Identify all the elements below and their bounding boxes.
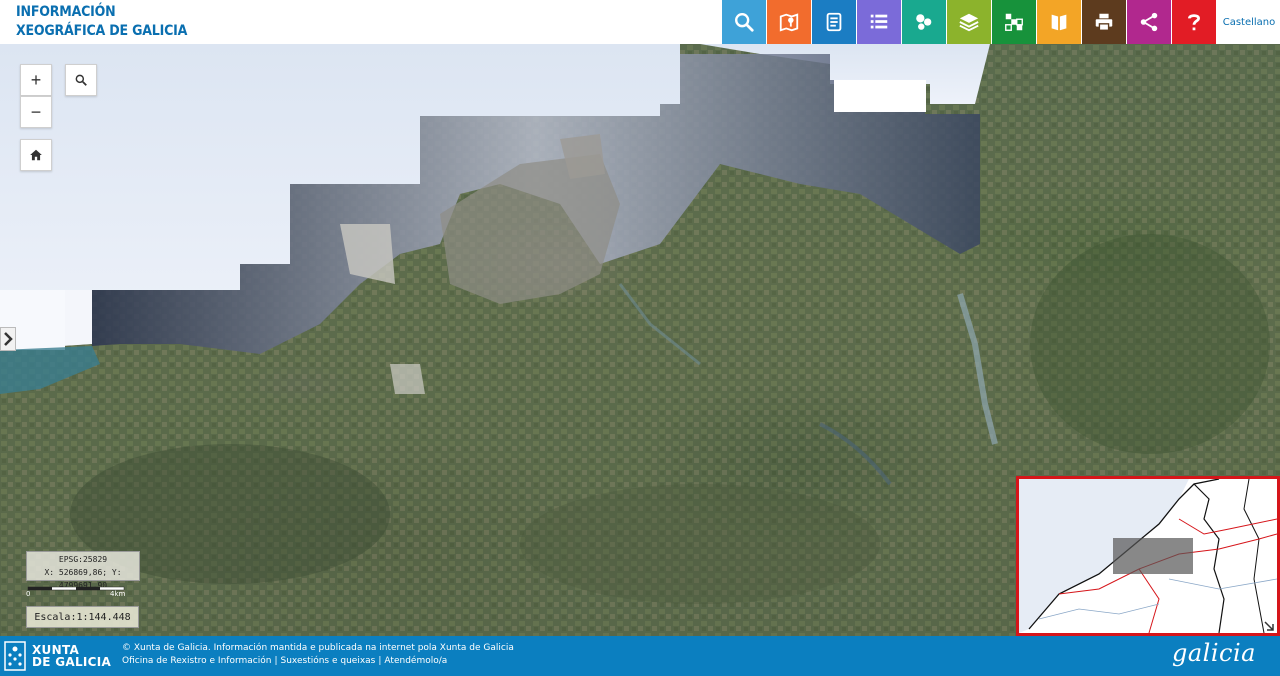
scale-bar-start: 0 bbox=[26, 590, 31, 598]
layers-icon bbox=[959, 13, 979, 32]
map-canvas[interactable]: + − EPSG:25829 X: 526869,86; Y: 4799691,… bbox=[0, 44, 1280, 636]
footer-link-suggestions[interactable]: Suxestións e queixas bbox=[281, 656, 376, 666]
search-tool-button[interactable] bbox=[722, 0, 766, 44]
footer-link-registry[interactable]: Oficina de Rexistro e Información bbox=[122, 656, 271, 666]
footer-link-attention[interactable]: Atendémolo/a bbox=[384, 656, 447, 666]
footer-separator: | bbox=[274, 656, 278, 666]
scale-bar-end: 4km bbox=[110, 590, 126, 598]
logo-line-1: INFORMACIÓN bbox=[16, 4, 116, 20]
share-icon bbox=[1140, 12, 1158, 32]
language-selector[interactable]: Castellano bbox=[1218, 0, 1280, 44]
home-button[interactable] bbox=[20, 139, 52, 171]
home-icon bbox=[30, 149, 42, 161]
list-tool-button[interactable] bbox=[857, 0, 901, 44]
footer: XUNTA DE GALICIA © Xunta de Galicia. Inf… bbox=[0, 636, 1280, 676]
circles-icon bbox=[916, 14, 932, 30]
scale-label: Escala:1:144.448 bbox=[26, 606, 139, 628]
document-tool-button[interactable] bbox=[812, 0, 856, 44]
xunta-line-2: DE GALICIA bbox=[32, 655, 112, 669]
expand-icon[interactable] bbox=[1263, 619, 1275, 631]
help-icon bbox=[1188, 14, 1200, 31]
map-pin-icon bbox=[779, 13, 799, 32]
document-icon bbox=[826, 12, 842, 32]
coordinates-crs: EPSG:25829 bbox=[58, 555, 108, 564]
book-icon bbox=[1051, 14, 1067, 31]
zoom-in-button[interactable]: + bbox=[20, 64, 52, 96]
coordinates-readout: EPSG:25829 X: 526869,86; Y: 4799691,90 bbox=[26, 551, 140, 590]
overview-extent-box bbox=[1113, 538, 1193, 574]
sidebar-toggle[interactable] bbox=[0, 327, 16, 351]
magnifier-icon bbox=[75, 74, 87, 86]
overview-map[interactable] bbox=[1016, 476, 1280, 636]
header: INFORMACIÓN XEOGRÁFICA DE GALICIA Castel… bbox=[0, 0, 1280, 44]
xunta-logo[interactable]: XUNTA DE GALICIA bbox=[4, 640, 111, 672]
help-tool-button[interactable] bbox=[1172, 0, 1216, 44]
search-icon bbox=[735, 13, 754, 32]
footer-copyright: © Xunta de Galicia. Información mantida … bbox=[122, 643, 514, 653]
grid-tool-button[interactable] bbox=[992, 0, 1036, 44]
footer-separator: | bbox=[378, 656, 382, 666]
map-pin-tool-button[interactable] bbox=[767, 0, 811, 44]
galicia-logo[interactable]: galicia bbox=[1172, 639, 1256, 667]
circles-tool-button[interactable] bbox=[902, 0, 946, 44]
app-logo[interactable]: INFORMACIÓN XEOGRÁFICA DE GALICIA bbox=[16, 3, 187, 41]
book-tool-button[interactable] bbox=[1037, 0, 1081, 44]
xunta-emblem-icon bbox=[4, 641, 26, 671]
overview-map-graphic bbox=[1019, 479, 1277, 633]
grid-icon bbox=[1005, 13, 1023, 31]
layers-tool-button[interactable] bbox=[947, 0, 991, 44]
list-icon bbox=[870, 14, 888, 29]
logo-line-2: XEOGRÁFICA DE GALICIA bbox=[16, 23, 188, 39]
print-tool-button[interactable] bbox=[1082, 0, 1126, 44]
chevron-right-icon bbox=[4, 332, 13, 346]
zoom-out-button[interactable]: − bbox=[20, 96, 52, 128]
share-tool-button[interactable] bbox=[1127, 0, 1171, 44]
print-icon bbox=[1095, 13, 1113, 31]
footer-text: © Xunta de Galicia. Información mantida … bbox=[122, 642, 514, 668]
zoom-box-button[interactable] bbox=[65, 64, 97, 96]
scale-bar: 0 4km bbox=[26, 585, 126, 599]
